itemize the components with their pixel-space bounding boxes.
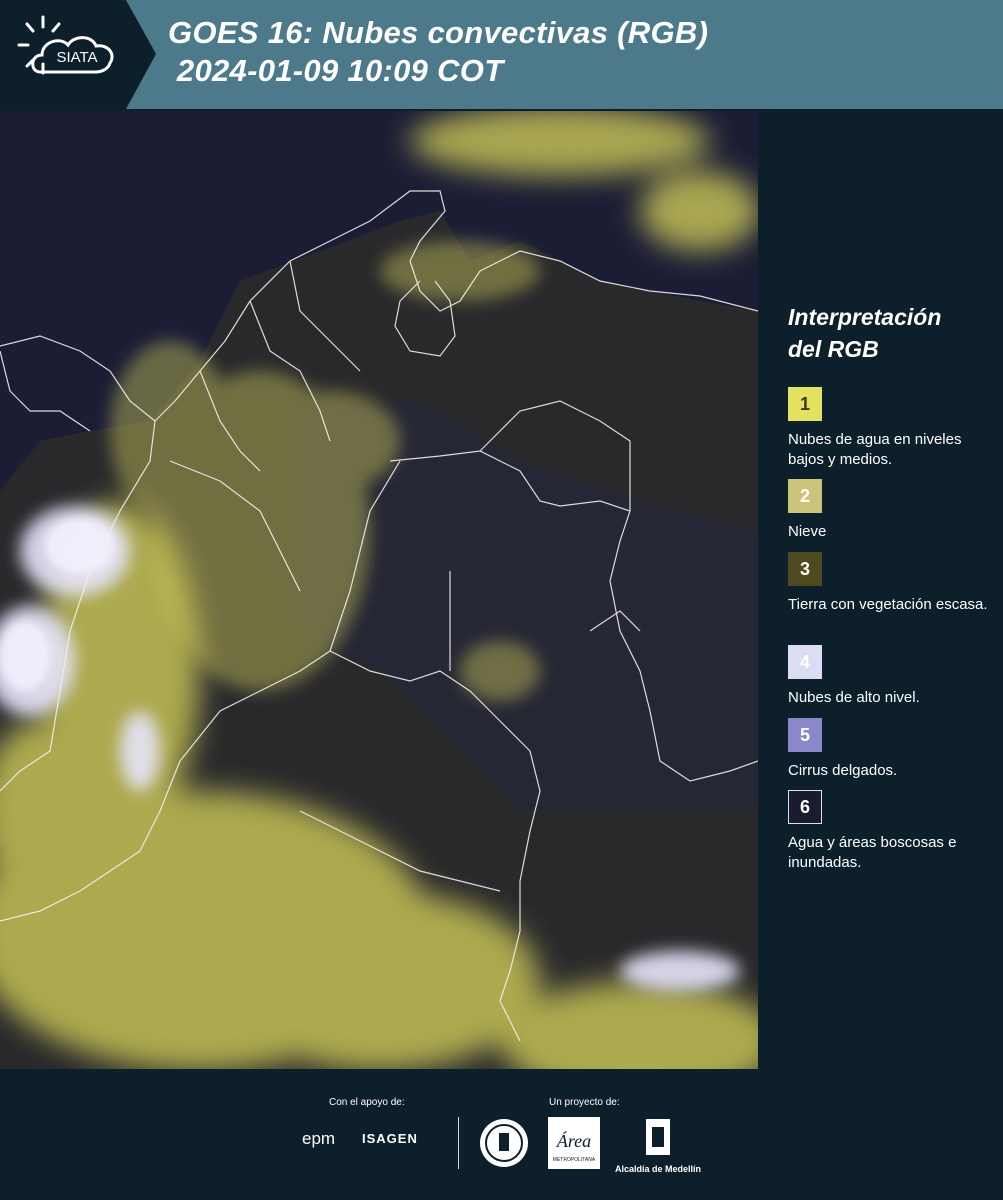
alcaldia-shield-icon: [646, 1119, 670, 1155]
project-label: Un proyecto de:: [549, 1097, 620, 1108]
legend-item-2: 2 Nieve: [788, 479, 998, 542]
header-bar: SIATA GOES 16: Nubes convectivas (RGB) 2…: [0, 0, 1003, 109]
legend-title: Interpretación del RGB: [788, 301, 941, 365]
legend-label-6: Agua y áreas boscosas e inundadas.: [788, 834, 957, 871]
legend-swatch-1: 1: [788, 387, 822, 421]
title-line-2: 2024-01-09 10:09 COT: [168, 53, 504, 88]
alcaldia-medellin-logo: Alcaldía de Medellín: [612, 1117, 704, 1174]
legend-label-1: Nubes de agua en niveles bajos y medios.: [788, 431, 962, 468]
svg-text:Área: Área: [556, 1130, 591, 1151]
title-line-1: GOES 16: Nubes convectivas (RGB): [168, 15, 709, 50]
isagen-logo: ISAGEN: [362, 1131, 418, 1146]
legend-panel: Interpretación del RGB 1 Nubes de agua e…: [760, 111, 1003, 1069]
legend-swatch-6: 6: [788, 790, 822, 824]
alcaldia-label: Alcaldía de Medellín: [614, 1164, 702, 1174]
epm-logo: epm: [302, 1129, 336, 1148]
legend-swatch-2: 2: [788, 479, 822, 513]
legend-item-6: 6 Agua y áreas boscosas e inundadas.: [788, 790, 998, 873]
legend-item-4: 4 Nubes de alto nivel.: [788, 645, 998, 708]
satellite-map: [0, 111, 758, 1069]
legend-label-4: Nubes de alto nivel.: [788, 689, 920, 706]
legend-item-3: 3 Tierra con vegetación escasa.: [788, 552, 998, 615]
support-label: Con el apoyo de:: [329, 1097, 405, 1108]
legend-swatch-4: 4: [788, 645, 822, 679]
page-title: GOES 16: Nubes convectivas (RGB) 2024-01…: [168, 14, 708, 90]
satellite-image: [0, 111, 758, 1069]
medellin-seal-icon: [480, 1119, 528, 1167]
legend-label-2: Nieve: [788, 523, 827, 540]
footer: Con el apoyo de: Un proyecto de: epm ISA…: [0, 1069, 1003, 1200]
area-metropolitana-logo: Área METROPOLITANA: [548, 1117, 600, 1169]
siata-logo: SIATA: [0, 0, 156, 109]
legend-item-1: 1 Nubes de agua en niveles bajos y medio…: [788, 387, 998, 470]
svg-text:METROPOLITANA: METROPOLITANA: [553, 1157, 596, 1163]
legend-title-line-1: Interpretación: [788, 304, 942, 330]
svg-text:SIATA: SIATA: [56, 49, 97, 66]
legend-label-3: Tierra con vegetación escasa.: [788, 596, 988, 613]
legend-item-5: 5 Cirrus delgados.: [788, 718, 998, 781]
legend-swatch-3: 3: [788, 552, 822, 586]
legend-swatch-5: 5: [788, 718, 822, 752]
legend-label-5: Cirrus delgados.: [788, 762, 898, 779]
footer-divider: [458, 1117, 459, 1169]
legend-title-line-2: del RGB: [788, 336, 879, 362]
